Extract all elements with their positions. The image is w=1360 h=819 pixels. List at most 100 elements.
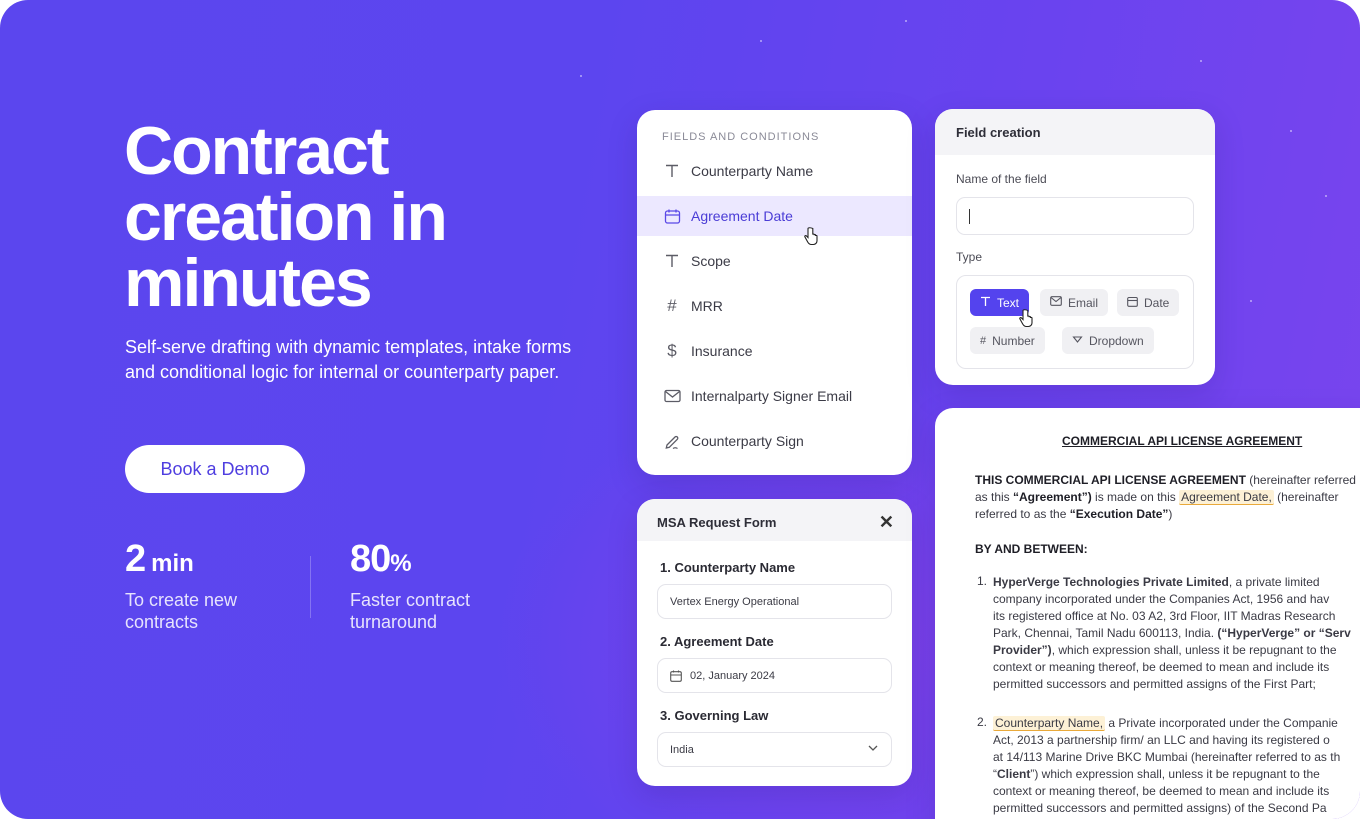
msa-request-form-card: MSA Request Form ✕ 1. Counterparty Name … bbox=[637, 499, 912, 786]
page-title: Contract creation in minutes bbox=[124, 113, 448, 321]
field-creation-card: Field creation Name of the field Type Te… bbox=[935, 109, 1215, 385]
document-line: Park, Chennai, Tamil Nadu 600113, India.… bbox=[993, 626, 1351, 640]
calendar-icon bbox=[663, 207, 681, 225]
dropdown-icon bbox=[1072, 334, 1083, 348]
field-type-selector: Text Email Date # Number Dropdown bbox=[956, 275, 1194, 369]
document-paragraph: THIS COMMERCIAL API LICENSE AGREEMENT (h… bbox=[975, 473, 1356, 487]
chevron-down-icon bbox=[867, 742, 879, 757]
star-decoration bbox=[1200, 60, 1202, 62]
placeholder-agreement-date: Agreement Date, bbox=[1179, 490, 1274, 505]
msa-form-header: MSA Request Form ✕ bbox=[637, 499, 912, 541]
stat-turnaround: 80% Faster contract turnaround bbox=[350, 538, 500, 633]
document-line: company incorporated under the Companies… bbox=[993, 592, 1330, 606]
type-chip-date[interactable]: Date bbox=[1117, 289, 1180, 316]
field-item-label: MRR bbox=[691, 298, 723, 314]
stat-description: To create new contracts bbox=[125, 590, 238, 632]
text-icon bbox=[663, 162, 681, 180]
star-decoration bbox=[905, 20, 907, 22]
fields-card: FIELDS AND CONDITIONS Counterparty Name … bbox=[637, 110, 912, 475]
type-chip-label: Email bbox=[1068, 295, 1099, 310]
type-chip-label: Number bbox=[992, 333, 1035, 348]
msa-form-title: MSA Request Form bbox=[657, 515, 777, 530]
stat-value: 80 bbox=[350, 538, 391, 580]
document-line: its registered office at No. 03 A2, 3rd … bbox=[993, 609, 1336, 623]
fields-title: FIELDS AND CONDITIONS bbox=[662, 131, 820, 143]
field-item-label: Scope bbox=[691, 253, 731, 269]
document-line: HyperVerge Technologies Private Limited,… bbox=[993, 575, 1320, 589]
document-line: permitted successors and permitted assig… bbox=[993, 801, 1327, 815]
stat-time: 2 min To create new contracts bbox=[125, 538, 275, 633]
document-line: at 14/113 Marine Drive BKC Mumbai (herei… bbox=[993, 750, 1341, 764]
text-icon bbox=[663, 252, 681, 270]
document-line: context or meaning thereof, be deemed to… bbox=[993, 660, 1330, 674]
field-item-mrr[interactable]: # MRR bbox=[637, 286, 912, 326]
type-chip-email[interactable]: Email bbox=[1040, 289, 1109, 316]
hash-icon: # bbox=[667, 296, 677, 315]
star-decoration bbox=[1250, 300, 1252, 302]
agreement-date-input[interactable]: 02, January 2024 bbox=[657, 658, 892, 693]
field-item-label: Insurance bbox=[691, 343, 753, 359]
mail-icon bbox=[1050, 296, 1062, 309]
input-value: 02, January 2024 bbox=[690, 669, 776, 682]
type-chip-label: Date bbox=[1144, 295, 1170, 310]
field-name-input[interactable] bbox=[956, 197, 1194, 235]
text-caret bbox=[969, 209, 970, 224]
question-label: 3. Governing Law bbox=[660, 708, 769, 723]
document-preview: COMMERCIAL API LICENSE AGREEMENT THIS CO… bbox=[935, 408, 1360, 819]
star-decoration bbox=[760, 40, 762, 42]
calendar-icon bbox=[670, 670, 682, 682]
field-item-counterparty-name[interactable]: Counterparty Name bbox=[637, 151, 912, 191]
governing-law-select[interactable]: India bbox=[657, 732, 892, 767]
document-line: permitted successors and permitted assig… bbox=[993, 677, 1316, 691]
stat-unit: min bbox=[151, 550, 194, 577]
stat-unit: % bbox=[390, 550, 412, 577]
input-value: India bbox=[670, 743, 694, 756]
document-line: Counterparty Name, a Private incorporate… bbox=[993, 716, 1338, 731]
counterparty-name-input[interactable]: Vertex Energy Operational bbox=[657, 584, 892, 619]
dollar-icon: $ bbox=[667, 341, 677, 360]
stat-value: 2 bbox=[125, 538, 146, 580]
stat-description: Faster contract turnaround bbox=[350, 590, 471, 632]
field-name-label: Name of the field bbox=[956, 172, 1047, 186]
field-item-label: Agreement Date bbox=[691, 208, 793, 224]
placeholder-counterparty-name: Counterparty Name, bbox=[993, 716, 1106, 731]
book-demo-button[interactable]: Book a Demo bbox=[125, 445, 305, 493]
page-subtitle: Self-serve drafting with dynamic templat… bbox=[125, 337, 572, 382]
question-label: 1. Counterparty Name bbox=[660, 560, 796, 575]
document-paragraph: as this “Agreement”) is made on this Agr… bbox=[975, 490, 1339, 505]
mail-icon bbox=[663, 387, 681, 405]
field-item-agreement-date[interactable]: Agreement Date bbox=[637, 196, 912, 236]
star-decoration bbox=[1290, 130, 1292, 132]
type-chip-label: Text bbox=[997, 295, 1020, 310]
document-line: Provider”), which expression shall, unle… bbox=[993, 643, 1337, 657]
type-chip-label: Dropdown bbox=[1089, 333, 1144, 348]
field-item-counterparty-sign[interactable]: Counterparty Sign bbox=[637, 421, 912, 461]
list-number: 1. bbox=[977, 574, 988, 588]
text-icon bbox=[980, 296, 991, 310]
signature-icon bbox=[663, 432, 681, 450]
star-decoration bbox=[1325, 195, 1327, 197]
field-item-signer-email[interactable]: Internalparty Signer Email bbox=[637, 376, 912, 416]
stat-divider bbox=[310, 556, 311, 618]
field-item-insurance[interactable]: $ Insurance bbox=[637, 331, 912, 371]
field-creation-title: Field creation bbox=[935, 109, 1215, 155]
document-line: “Client”) which expression shall, unless… bbox=[993, 767, 1320, 781]
star-decoration bbox=[580, 75, 582, 77]
close-icon[interactable]: ✕ bbox=[879, 512, 894, 533]
pointer-cursor-icon bbox=[803, 227, 819, 251]
field-item-label: Counterparty Sign bbox=[691, 433, 804, 449]
document-paragraph: referred to as the “Execution Date”) bbox=[975, 507, 1173, 521]
hero-section: Contract creation in minutes Self-serve … bbox=[0, 0, 1360, 819]
document-title: COMMERCIAL API LICENSE AGREEMENT bbox=[1062, 434, 1303, 448]
field-item-scope[interactable]: Scope bbox=[637, 241, 912, 281]
pointer-cursor-icon bbox=[1018, 309, 1034, 333]
question-label: 2. Agreement Date bbox=[660, 634, 774, 649]
document-line: Act, 2013 a partnership firm/ an LLC and… bbox=[993, 733, 1330, 747]
document-heading: BY AND BETWEEN: bbox=[975, 542, 1088, 556]
type-chip-dropdown[interactable]: Dropdown bbox=[1062, 327, 1154, 354]
field-item-label: Internalparty Signer Email bbox=[691, 388, 853, 404]
calendar-icon bbox=[1127, 296, 1138, 310]
hash-icon: # bbox=[980, 334, 987, 347]
list-number: 2. bbox=[977, 715, 988, 729]
field-type-label: Type bbox=[956, 250, 983, 264]
